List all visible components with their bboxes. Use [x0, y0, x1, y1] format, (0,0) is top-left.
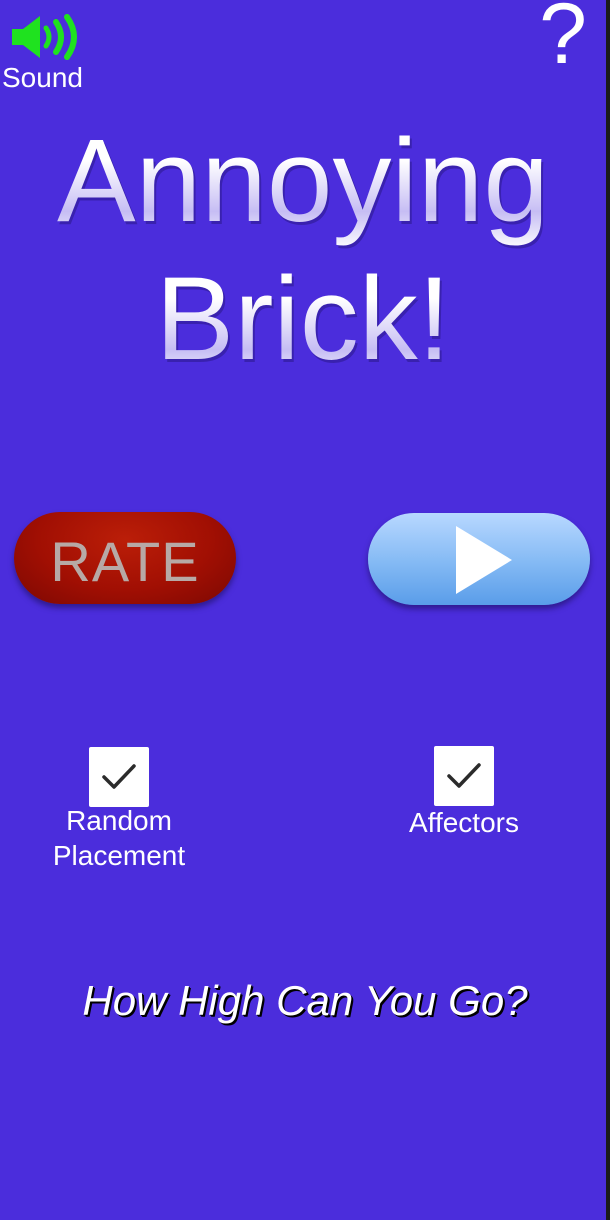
screen-edge: [606, 0, 610, 1220]
play-icon: [456, 526, 512, 594]
sound-label: Sound: [2, 62, 83, 93]
speaker-volume-icon: [12, 14, 77, 60]
checkmark-icon: [102, 764, 136, 789]
random-placement-label: Random Placement: [24, 803, 214, 873]
tagline: How High Can You Go?: [82, 977, 528, 1024]
play-button[interactable]: [368, 513, 590, 605]
affectors-checkbox[interactable]: [434, 746, 494, 806]
checkmark-icon: [447, 763, 481, 788]
game-title: Annoying Brick!: [0, 112, 606, 388]
sound-toggle-button[interactable]: Sound: [0, 6, 96, 96]
random-placement-label-line-1: Random: [66, 805, 172, 836]
random-placement-label-line-2: Placement: [52, 840, 186, 871]
rate-button[interactable]: RATE: [14, 512, 236, 604]
rate-button-label: RATE: [50, 530, 200, 593]
help-button[interactable]: ?: [528, 0, 598, 80]
affectors-label: Affectors: [409, 807, 519, 838]
title-line-2: Brick!: [0, 250, 606, 388]
title-line-1: Annoying: [0, 112, 606, 250]
random-placement-checkbox[interactable]: [89, 747, 149, 807]
